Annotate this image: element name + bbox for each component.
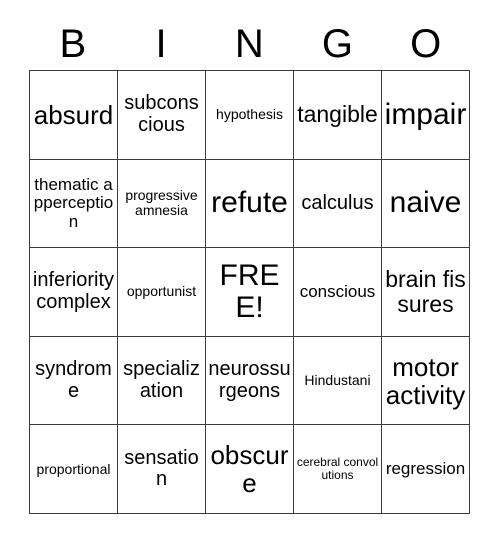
bingo-cell-label: cerebral convolutions [296,455,379,483]
bingo-cell[interactable]: absurd [30,71,118,160]
bingo-cell[interactable]: brain fissures [382,248,470,337]
bingo-cell[interactable]: cerebral convolutions [294,425,382,514]
bingo-cell-label: tangible [297,101,378,128]
bingo-cell[interactable]: motor activity [382,336,470,426]
bingo-grid: absurd subconscious hypothesis tangible impa… [29,70,470,514]
bingo-cell-label: motor activity [385,351,466,410]
bingo-cell[interactable]: obscure [206,425,294,514]
bingo-header-letter-b: B [59,22,87,66]
bingo-cell-label: subconscious [124,92,199,136]
bingo-cell-label: thematic apperception [33,174,114,231]
bingo-cell[interactable]: impair [382,71,470,160]
bingo-cell[interactable]: subconscious [118,71,206,160]
bingo-cell[interactable]: proportional [30,425,118,514]
bingo-card: B I N G O absurd subconscious hypothesis ta… [0,0,500,544]
bingo-header-row: B I N G O [29,18,470,70]
bingo-cell-label: obscure [210,440,289,499]
bingo-cell-label: proportional [36,460,111,477]
bingo-cell[interactable]: opportunist [118,248,206,337]
bingo-cell-label: absurd [33,99,114,130]
bingo-cell[interactable]: specialization [118,336,206,426]
bingo-cell[interactable]: Hindustani [294,336,382,426]
bingo-cell-label: opportunist [126,283,197,300]
bingo-cell-label: naive [389,186,462,220]
bingo-cell-label: hypothesis [216,106,283,123]
bingo-cell-label: syndrome [35,358,112,402]
bingo-cell[interactable]: syndrome [30,336,118,426]
bingo-header-letter-o: O [410,22,442,66]
bingo-cell[interactable]: tangible [294,71,382,160]
bingo-cell-label: inferiority complex [32,269,115,313]
bingo-header-letter-i: I [155,22,168,66]
bingo-cell[interactable]: inferiority complex [30,248,118,337]
bingo-cell[interactable]: thematic apperception [30,159,118,249]
bingo-cell[interactable]: hypothesis [206,71,294,160]
bingo-cell-label: sensation [124,446,199,491]
bingo-cell[interactable]: sensation [118,425,206,514]
bingo-cell-label: regression [385,459,466,478]
bingo-cell-label: impair [384,97,467,131]
bingo-cell-label: brain fissures [385,266,466,317]
bingo-header-letter-g: G [321,22,354,66]
bingo-cell[interactable]: regression [382,425,470,514]
bingo-cell-label: neurossurgeons [208,358,291,402]
bingo-cell[interactable]: progressive amnesia [118,159,206,249]
bingo-cell-label: calculus [301,191,374,214]
bingo-header-letter-n: N [234,22,265,66]
bingo-cell-label: FREE! [219,258,280,324]
bingo-cell-label: progressive amnesia [125,187,198,219]
bingo-cell-label: specialization [123,358,200,402]
bingo-cell-label: conscious [299,281,376,301]
bingo-cell[interactable]: refute [206,159,294,249]
bingo-cell[interactable]: naive [382,159,470,249]
bingo-cell[interactable]: neurossurgeons [206,336,294,426]
bingo-cell[interactable]: conscious [294,248,382,337]
bingo-cell-label: Hindustani [304,372,371,389]
bingo-cell-label: refute [211,186,288,220]
bingo-cell-free[interactable]: FREE! [206,248,294,337]
bingo-cell[interactable]: calculus [294,159,382,249]
